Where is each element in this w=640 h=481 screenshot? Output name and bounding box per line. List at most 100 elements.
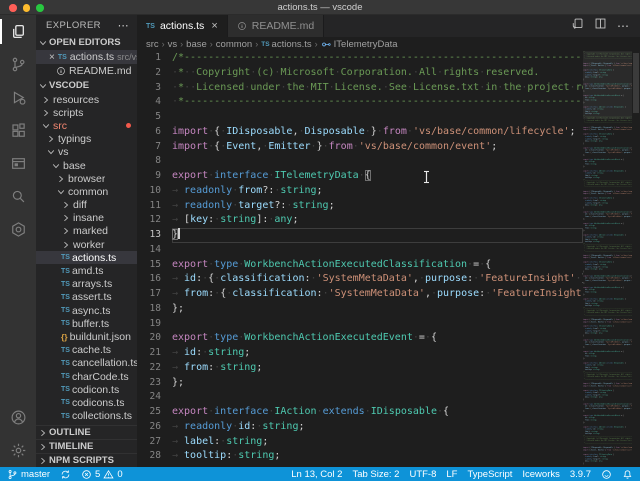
breadcrumb-item-base[interactable]: base <box>186 39 207 50</box>
line-number[interactable]: 5 <box>137 110 161 125</box>
minimap-slider[interactable] <box>583 51 632 119</box>
tree-item-codicon-ts[interactable]: TS codicon.ts <box>36 383 137 396</box>
line-number[interactable]: 3 <box>137 81 161 96</box>
tree-item-buffer-ts[interactable]: TS buffer.ts <box>36 317 137 330</box>
code-line[interactable]: 5 <box>137 110 583 125</box>
activity-item-extensions[interactable] <box>0 114 36 147</box>
code-line[interactable]: 22 → from:·string; <box>137 361 583 376</box>
activity-item-account[interactable] <box>0 401 36 434</box>
line-number[interactable]: 9 <box>137 169 161 184</box>
line-number[interactable]: 27 <box>137 435 161 450</box>
code-line[interactable]: 23}; <box>137 376 583 391</box>
minimize-window-icon[interactable] <box>22 4 30 12</box>
tree-item-actions-ts[interactable]: TS actions.ts <box>36 251 137 265</box>
status-lf[interactable]: LF <box>446 469 457 480</box>
line-number[interactable]: 16 <box>137 272 161 287</box>
status-3-9-7[interactable]: 3.9.7 <box>570 469 591 480</box>
code-line[interactable]: 24 <box>137 390 583 405</box>
line-number[interactable]: 22 <box>137 361 161 376</box>
activity-item-hex-nut[interactable] <box>0 213 36 246</box>
code-line[interactable]: 4 ·*-------------------------------------… <box>137 95 583 110</box>
line-number[interactable]: 8 <box>137 154 161 169</box>
status-tab-size-2[interactable]: Tab Size: 2 <box>352 469 399 480</box>
split-editor-icon[interactable] <box>594 17 607 35</box>
activity-item-browser-preview[interactable] <box>0 147 36 180</box>
code-line[interactable]: 7 import·{·Event,·Emitter·}·from·'vs/base… <box>137 140 583 155</box>
code-line[interactable]: 28 → tooltip:·string; <box>137 449 583 464</box>
open-editor-item[interactable]: README.md <box>36 64 137 78</box>
code-line[interactable]: 10 → readonly·from?:·string; <box>137 184 583 199</box>
tree-item-src[interactable]: src <box>36 119 137 132</box>
tree-item-typings[interactable]: typings <box>36 133 137 146</box>
tree-item-buildunit-json[interactable]: {} buildunit.json <box>36 330 137 343</box>
tree-item-browser[interactable]: browser <box>36 172 137 185</box>
more-actions-icon[interactable]: ⋯ <box>617 19 630 33</box>
code-line[interactable]: 13} <box>137 228 583 243</box>
code-line[interactable]: 18}; <box>137 302 583 317</box>
titlebar[interactable]: actions.ts — vscode <box>0 0 640 15</box>
line-number[interactable]: 1 <box>137 51 161 66</box>
status-git-branch[interactable]: master <box>7 469 50 480</box>
code-line[interactable]: 20 export·type·WorkbenchActionExecutedEve… <box>137 331 583 346</box>
tree-item-amd-ts[interactable]: TS amd.ts <box>36 264 137 277</box>
line-number[interactable]: 21 <box>137 346 161 361</box>
tree-item-collections-ts[interactable]: TS collections.ts <box>36 410 137 423</box>
line-number[interactable]: 4 <box>137 95 161 110</box>
tree-item-cache-ts[interactable]: TS cache.ts <box>36 344 137 357</box>
code-line[interactable]: 1 /*-------------------------------------… <box>137 51 583 66</box>
line-number[interactable]: 28 <box>137 449 161 464</box>
tree-item-diff[interactable]: diff <box>36 199 137 212</box>
code-line[interactable]: 27 → label:·string; <box>137 435 583 450</box>
tree-item-marked[interactable]: marked <box>36 225 137 238</box>
code-line[interactable]: 26 → readonly·id:·string; <box>137 420 583 435</box>
zoom-window-icon[interactable] <box>36 4 44 12</box>
tree-item-assert-ts[interactable]: TS assert.ts <box>36 291 137 304</box>
section-header-outline[interactable]: OUTLINE <box>36 425 137 439</box>
code-line[interactable]: 15 export·type·WorkbenchActionExecutedCla… <box>137 258 583 273</box>
line-number[interactable]: 20 <box>137 331 161 346</box>
open-editor-item[interactable]: ×TSactions.tssrc/vs/b… <box>36 50 137 64</box>
breadcrumb-item-src[interactable]: src <box>146 39 159 50</box>
tree-item-base[interactable]: base <box>36 159 137 172</box>
tree-item-insane[interactable]: insane <box>36 212 137 225</box>
section-header-timeline[interactable]: TIMELINE <box>36 439 137 453</box>
tree-item-cancellation-ts[interactable]: TS cancellation.ts <box>36 357 137 370</box>
code-line[interactable]: 17 → from:·{·classification:·'SystemMetaDa… <box>137 287 583 302</box>
line-number[interactable]: 2 <box>137 66 161 81</box>
close-tab-icon[interactable]: × <box>211 20 217 32</box>
line-number[interactable]: 25 <box>137 405 161 420</box>
activity-item-settings-gear[interactable] <box>0 434 36 467</box>
status-error[interactable]: 50 <box>81 469 123 480</box>
line-number[interactable]: 19 <box>137 317 161 332</box>
tree-item-worker[interactable]: worker <box>36 238 137 251</box>
line-number[interactable]: 6 <box>137 125 161 140</box>
tab-actions-ts[interactable]: TS actions.ts × <box>137 15 228 37</box>
code-line[interactable]: 11 → readonly·target?:·string; <box>137 199 583 214</box>
code-line[interactable]: 9 export·interface·ITelemetryData·{ <box>137 169 583 184</box>
code-line[interactable]: 21 → id:·string; <box>137 346 583 361</box>
breadcrumb-item-ITelemetryData[interactable]: ITelemetryData <box>321 39 398 50</box>
line-number[interactable]: 13 <box>137 228 161 243</box>
breadcrumb-item-vs[interactable]: vs <box>168 39 178 50</box>
views-more-actions-icon[interactable]: ⋯ <box>118 19 129 32</box>
code-line[interactable]: 3 ·*··Licensed·under·the·MIT·License.·See… <box>137 81 583 96</box>
line-number[interactable]: 15 <box>137 258 161 273</box>
code-line[interactable]: 12 → [key:·string]:·any; <box>137 213 583 228</box>
scrollbar-slider[interactable] <box>633 53 639 113</box>
tree-item-scripts[interactable]: scripts <box>36 106 137 119</box>
code-line[interactable]: 6 import·{·IDisposable,·Disposable·}·from… <box>137 125 583 140</box>
status-sync[interactable] <box>60 469 71 480</box>
line-number[interactable]: 23 <box>137 376 161 391</box>
breadcrumb-item-actions-ts[interactable]: TS actions.ts <box>261 39 311 50</box>
line-number[interactable]: 17 <box>137 287 161 302</box>
status-bell[interactable] <box>622 469 633 480</box>
tree-item-vs[interactable]: vs <box>36 146 137 159</box>
line-number[interactable]: 18 <box>137 302 161 317</box>
activity-item-explorer[interactable] <box>0 15 36 48</box>
status-ln-13-col-2[interactable]: Ln 13, Col 2 <box>291 469 342 480</box>
status-iceworks[interactable]: Iceworks <box>522 469 559 480</box>
activity-item-source-control[interactable] <box>0 48 36 81</box>
tree-item-charCode-ts[interactable]: TS charCode.ts <box>36 370 137 383</box>
line-number[interactable]: 26 <box>137 420 161 435</box>
tree-item-codicons-ts[interactable]: TS codicons.ts <box>36 396 137 409</box>
